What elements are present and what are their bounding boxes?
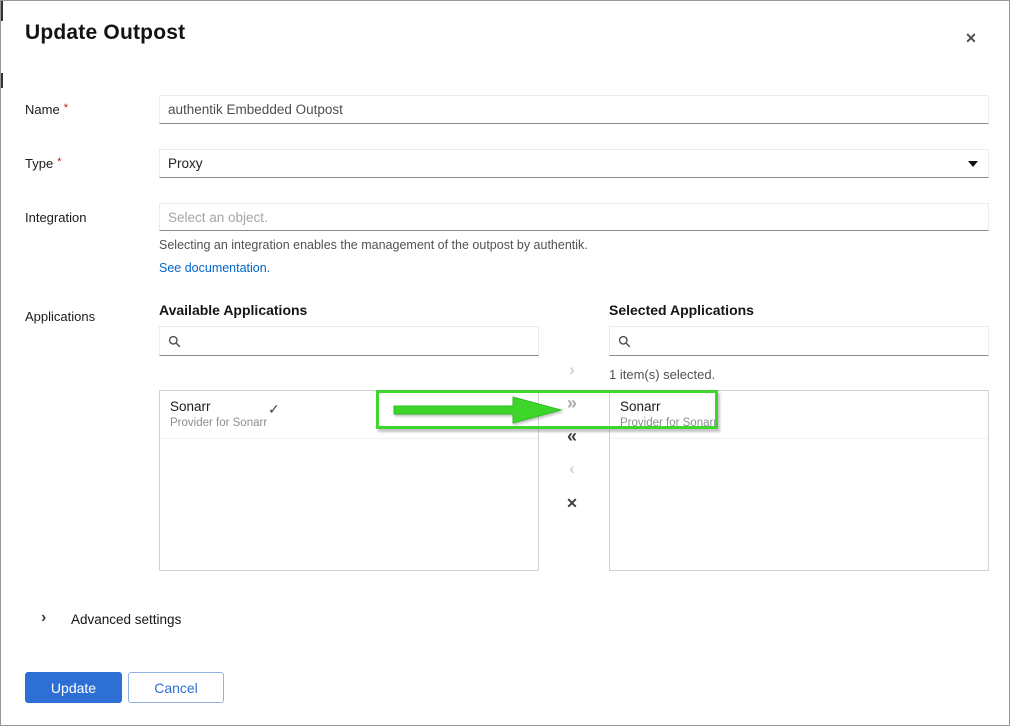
clear-selected-button[interactable]: ✕ (546, 494, 598, 512)
available-search-box (159, 326, 539, 356)
documentation-link[interactable]: See documentation. (159, 261, 270, 275)
integration-input[interactable] (159, 203, 989, 231)
angle-left-icon: ‹ (569, 459, 575, 478)
move-selected-right-button[interactable]: › (546, 361, 598, 379)
update-outpost-dialog: Update Outpost ✕ Name* Type* Proxy Integ… (0, 0, 1010, 726)
type-select-value: Proxy (168, 156, 203, 171)
move-selected-left-button[interactable]: ‹ (546, 460, 598, 478)
name-field-wrap (159, 95, 989, 124)
move-all-left-button[interactable]: « (546, 427, 598, 445)
available-search-input[interactable] (187, 327, 530, 355)
required-asterisk: * (64, 102, 68, 114)
list-item[interactable]: Sonarr Provider for Sonarr ✓ (160, 391, 538, 439)
chevron-right-icon: › (41, 610, 46, 626)
times-icon: ✕ (566, 495, 578, 511)
application-subtitle: Provider for Sonarr (170, 416, 528, 431)
advanced-settings-label: Advanced settings (71, 612, 181, 627)
name-input[interactable] (159, 95, 989, 124)
selected-search-box (609, 326, 989, 356)
angle-right-icon: › (569, 360, 575, 379)
integration-field-wrap (159, 203, 989, 231)
application-title: Sonarr (620, 397, 978, 416)
selected-applications-list: Sonarr Provider for Sonarr (609, 390, 989, 571)
angle-double-right-icon: » (567, 393, 577, 413)
selected-applications-header: Selected Applications (609, 302, 754, 318)
applications-label: Applications (25, 309, 95, 324)
check-icon: ✓ (268, 401, 280, 418)
caret-down-icon (968, 161, 978, 167)
type-select[interactable]: Proxy (159, 149, 989, 178)
available-applications-list: Sonarr Provider for Sonarr ✓ (159, 390, 539, 571)
cancel-button[interactable]: Cancel (128, 672, 224, 703)
integration-help-text: Selecting an integration enables the man… (159, 238, 588, 252)
required-asterisk: * (57, 156, 61, 168)
integration-label: Integration (25, 210, 86, 225)
angle-double-left-icon: « (567, 426, 577, 446)
screen-edge-artifact (1, 1, 3, 21)
search-icon (618, 335, 631, 348)
available-applications-header: Available Applications (159, 302, 307, 318)
type-label: Type* (25, 156, 61, 171)
close-button[interactable]: ✕ (960, 27, 982, 49)
application-subtitle: Provider for Sonarr (620, 416, 978, 431)
move-all-right-button[interactable]: » (546, 394, 598, 412)
advanced-settings-toggle[interactable]: › Advanced settings (25, 606, 245, 632)
list-item[interactable]: Sonarr Provider for Sonarr (610, 391, 988, 439)
search-icon (168, 335, 181, 348)
selected-status: 1 item(s) selected. (609, 367, 715, 382)
page-title: Update Outpost (25, 21, 185, 45)
name-label: Name* (25, 102, 68, 117)
update-button[interactable]: Update (25, 672, 122, 703)
application-title: Sonarr (170, 397, 528, 416)
close-icon: ✕ (965, 30, 977, 46)
screen-edge-artifact (1, 73, 3, 88)
selected-search-input[interactable] (637, 327, 980, 355)
